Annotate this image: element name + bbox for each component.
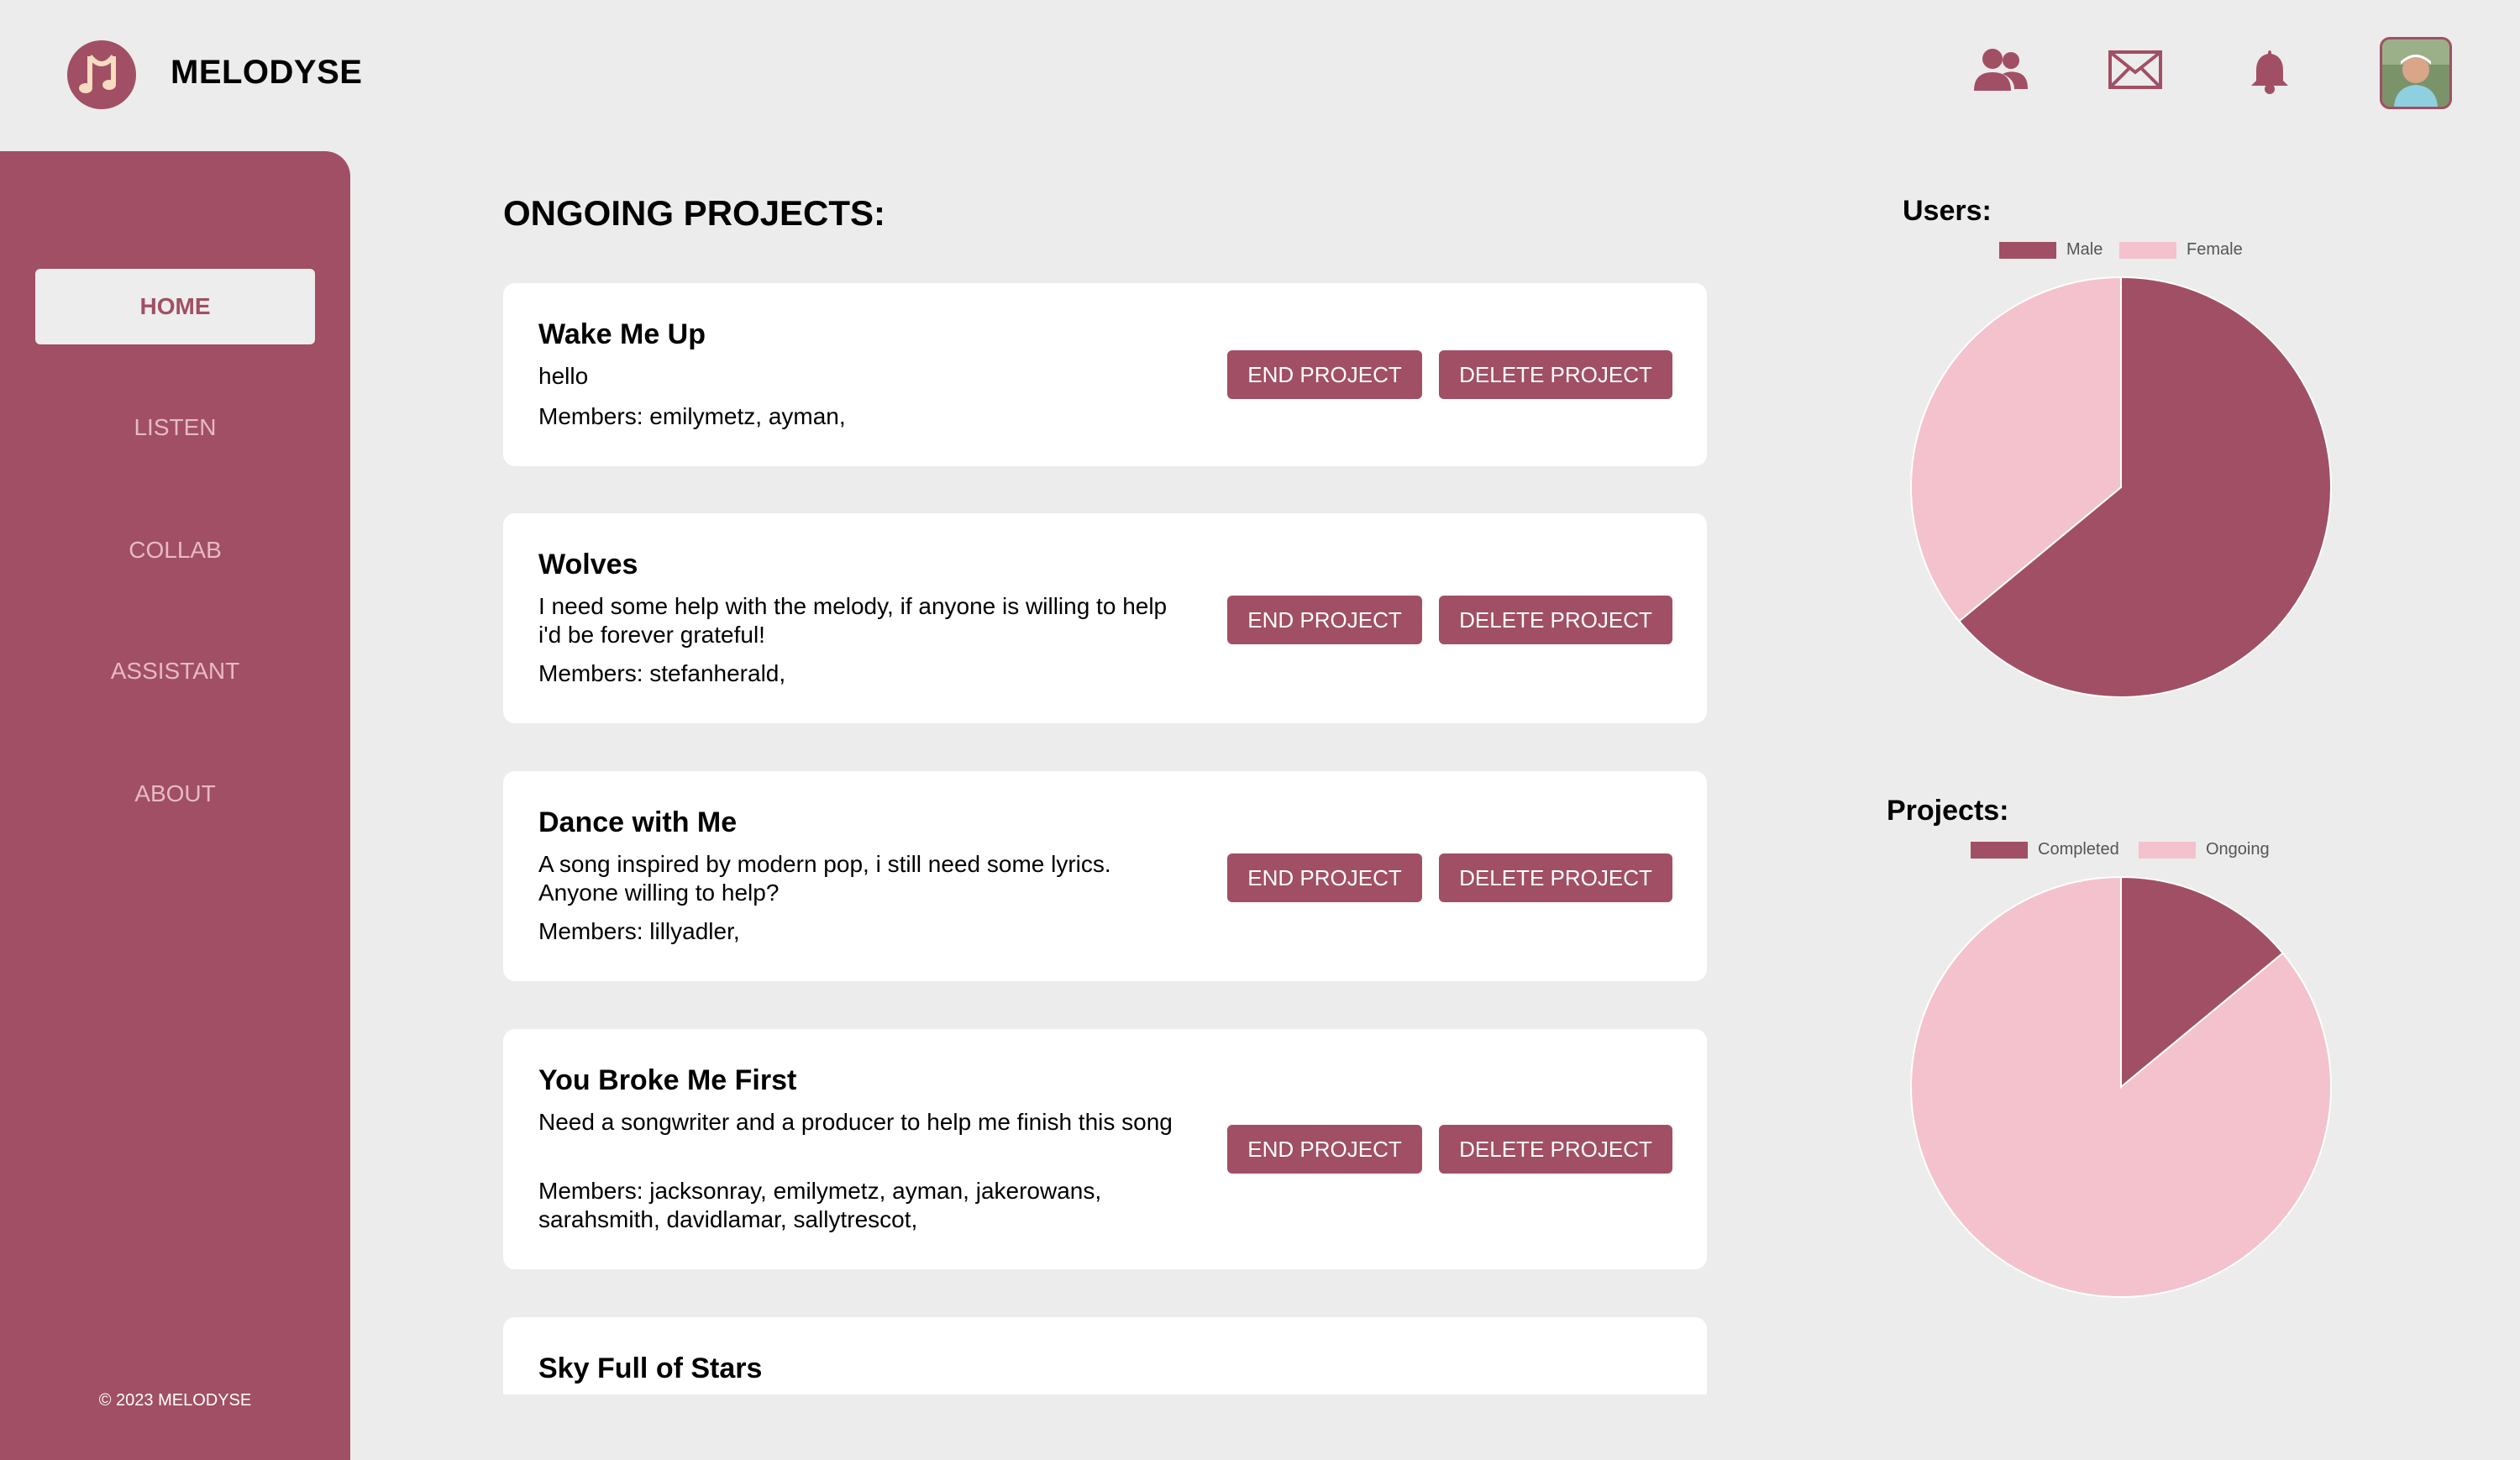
project-card: Wake Me Up hello Members: emilymetz, aym… xyxy=(503,283,1707,466)
delete-project-button[interactable]: DELETE PROJECT xyxy=(1439,1125,1672,1174)
project-title: Wake Me Up xyxy=(538,318,706,350)
projects-list[interactable]: Wake Me Up hello Members: emilymetz, aym… xyxy=(503,283,1707,1394)
project-members: Members: stefanherald, xyxy=(538,660,786,686)
page-title: ONGOING PROJECTS: xyxy=(503,193,886,233)
project-members: Members: jacksonray, emilymetz, ayman, j… xyxy=(538,1178,1102,1232)
avatar[interactable] xyxy=(2380,37,2452,109)
copyright: © 2023 MELODYSE xyxy=(98,1391,252,1410)
project-title: Sky Full of Stars xyxy=(538,1352,763,1384)
music-note-icon xyxy=(79,55,116,93)
project-card: Wolves I need some help with the melody,… xyxy=(503,513,1707,723)
bell-icon[interactable] xyxy=(2251,49,2288,98)
project-description: A song inspired by modern pop, i still n… xyxy=(538,851,1111,906)
project-card: Dance with Me A song inspired by modern … xyxy=(503,771,1707,981)
profile-avatar-image xyxy=(2382,39,2449,107)
projects-pie-chart xyxy=(1910,875,2332,1298)
users-icon[interactable] xyxy=(1974,47,2028,100)
legend-swatch xyxy=(1999,241,2056,259)
end-project-button[interactable]: END PROJECT xyxy=(1227,350,1422,399)
project-card: You Broke Me First Need a songwriter and… xyxy=(503,1029,1707,1269)
legend-item: Completed xyxy=(1971,840,2119,859)
sidebar-item-home[interactable]: HOME xyxy=(35,269,315,344)
app-name: MELODYSE xyxy=(171,54,363,91)
legend-label: Ongoing xyxy=(2206,840,2270,859)
sidebar-item-collab[interactable]: COLLAB xyxy=(35,512,315,588)
legend-item: Female xyxy=(2119,240,2243,260)
project-description: I need some help with the melody, if any… xyxy=(538,593,1168,648)
legend-swatch xyxy=(1971,841,2028,859)
chart-title-users: Users: xyxy=(1903,195,1992,227)
project-title: You Broke Me First xyxy=(538,1064,797,1096)
sidebar-item-assistant[interactable]: ASSISTANT xyxy=(35,633,315,709)
legend-item: Male xyxy=(1999,240,2103,260)
legend-label: Male xyxy=(2066,240,2103,259)
sidebar: HOME LISTEN COLLAB ASSISTANT ABOUT © 202… xyxy=(0,151,350,1460)
legend-swatch xyxy=(2119,241,2176,259)
legend-label: Completed xyxy=(2038,840,2119,859)
sidebar-item-about[interactable]: ABOUT xyxy=(35,756,315,832)
sidebar-item-listen[interactable]: LISTEN xyxy=(35,390,315,465)
end-project-button[interactable]: END PROJECT xyxy=(1227,853,1422,902)
chart-title-projects: Projects: xyxy=(1887,795,2009,827)
app-logo[interactable] xyxy=(67,40,136,109)
project-members: Members: lillyadler, xyxy=(538,918,740,944)
end-project-button[interactable]: END PROJECT xyxy=(1227,1125,1422,1174)
end-project-button[interactable]: END PROJECT xyxy=(1227,596,1422,644)
mail-icon[interactable] xyxy=(2108,50,2162,93)
legend-item: Ongoing xyxy=(2139,840,2270,859)
delete-project-button[interactable]: DELETE PROJECT xyxy=(1439,853,1672,902)
project-card: Sky Full of Stars xyxy=(503,1317,1707,1394)
project-description: Need a songwriter and a producer to help… xyxy=(538,1109,1173,1135)
project-members: Members: emilymetz, ayman, xyxy=(538,403,846,429)
users-pie-chart xyxy=(1910,276,2332,698)
legend-label: Female xyxy=(2187,240,2243,259)
project-title: Wolves xyxy=(538,549,638,580)
project-title: Dance with Me xyxy=(538,806,738,838)
delete-project-button[interactable]: DELETE PROJECT xyxy=(1439,350,1672,399)
legend-swatch xyxy=(2139,841,2196,859)
delete-project-button[interactable]: DELETE PROJECT xyxy=(1439,596,1672,644)
project-description: hello xyxy=(538,363,589,389)
